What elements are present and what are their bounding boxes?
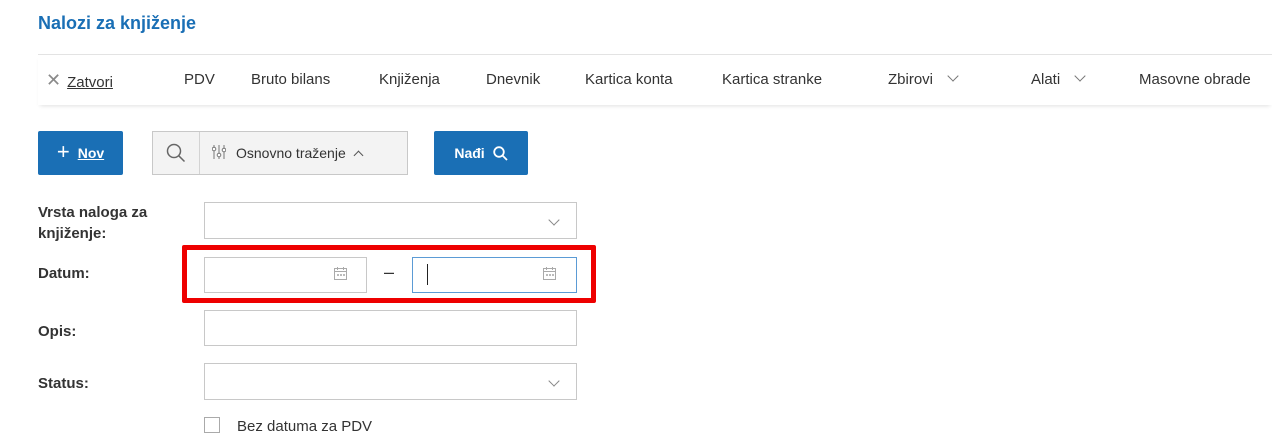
close-label: Zatvori — [67, 74, 113, 91]
search-mode-dropdown[interactable]: Osnovno traženje — [200, 144, 407, 163]
new-button[interactable]: + Nov — [38, 131, 123, 175]
new-button-label: Nov — [77, 145, 105, 161]
search-icon[interactable] — [153, 132, 200, 174]
search-mode-label: Osnovno traženje — [236, 145, 346, 161]
chevron-down-icon — [548, 214, 560, 226]
chevron-down-icon — [1074, 70, 1086, 82]
chevron-down-icon — [947, 70, 959, 82]
calendar-icon[interactable] — [334, 267, 347, 285]
date-label: Datum: — [38, 265, 90, 282]
chevron-down-icon — [548, 375, 560, 387]
filter-sliders-icon — [211, 144, 227, 163]
tab-bruto-bilans[interactable]: Bruto bilans — [251, 71, 330, 88]
no-vat-date-label: Bez datuma za PDV — [237, 418, 373, 435]
menu-zbirovi[interactable]: Zbirovi — [888, 70, 959, 88]
search-icon — [492, 145, 508, 161]
tab-pdv[interactable]: PDV — [184, 71, 215, 88]
status-label: Status: — [38, 375, 89, 392]
tab-kartica-stranke[interactable]: Kartica stranke — [722, 71, 822, 88]
status-select[interactable] — [204, 363, 577, 400]
close-icon: ✕ — [46, 70, 62, 90]
chevron-up-icon — [353, 150, 364, 160]
date-range-separator: – — [384, 262, 395, 282]
page-title: Nalozi za knjiženje — [38, 13, 197, 33]
calendar-icon[interactable] — [543, 267, 556, 285]
tab-dnevnik[interactable]: Dnevnik — [486, 71, 540, 88]
menu-alati[interactable]: Alati — [1031, 70, 1086, 88]
description-input[interactable] — [204, 310, 577, 346]
close-button[interactable]: ✕ Zatvori — [46, 70, 113, 92]
find-button-label: Nađi — [454, 145, 485, 161]
menu-zbirovi-label: Zbirovi — [888, 71, 934, 88]
order-type-label: Vrsta naloga za knjiženje: — [38, 204, 148, 242]
tab-masovne-obrade[interactable]: Masovne obrade — [1139, 71, 1251, 88]
tab-knjizenja[interactable]: Knjiženja — [379, 71, 440, 88]
search-toggle: Osnovno traženje — [152, 131, 408, 175]
no-vat-date-checkbox[interactable] — [204, 417, 220, 433]
tab-kartica-konta[interactable]: Kartica konta — [585, 71, 673, 88]
toolbar: ✕ Zatvori PDV Bruto bilans Knjiženja Dnev… — [38, 54, 1272, 105]
plus-icon: + — [56, 139, 70, 164]
description-label: Opis: — [38, 323, 77, 340]
menu-alati-label: Alati — [1031, 71, 1061, 88]
find-button[interactable]: Nađi — [434, 131, 528, 175]
order-type-select[interactable] — [204, 202, 577, 239]
text-caret — [427, 264, 428, 285]
